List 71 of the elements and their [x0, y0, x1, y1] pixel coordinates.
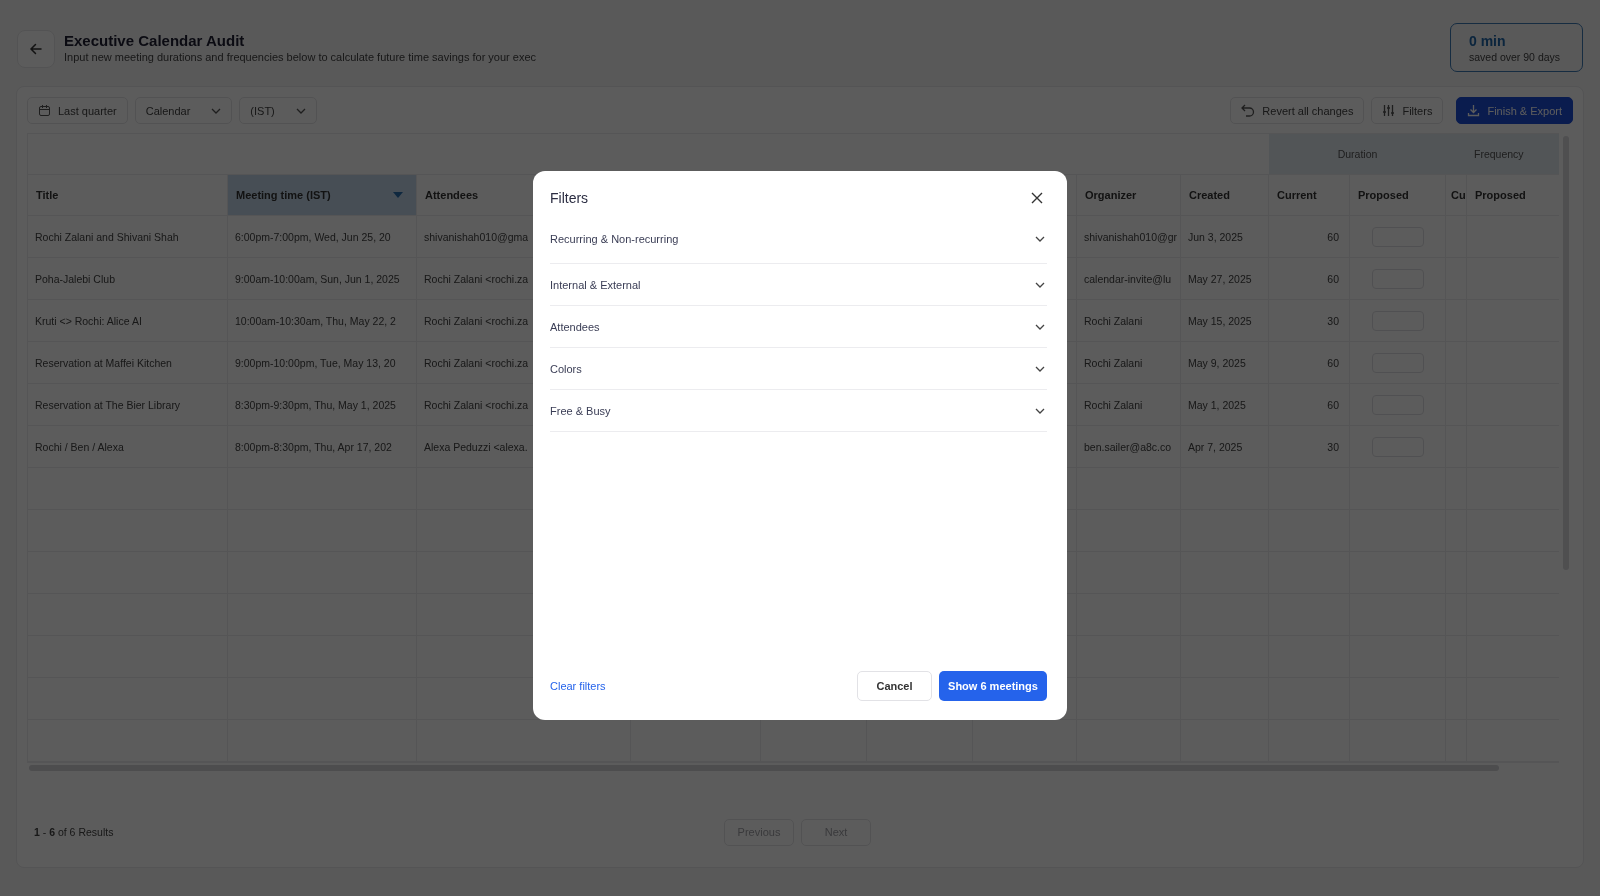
undo-icon — [1241, 104, 1256, 117]
close-icon — [1031, 192, 1043, 204]
results-summary: 1 - 6 of 6 Results — [34, 826, 114, 838]
filter-section[interactable]: Colors — [550, 348, 1047, 390]
sliders-icon — [1382, 104, 1396, 117]
table-cell: 60 — [1269, 216, 1350, 258]
column-header[interactable]: Cu — [1446, 175, 1467, 216]
revert-button[interactable]: Revert all changes — [1230, 97, 1365, 124]
filter-section[interactable]: Recurring & Non-recurring — [550, 223, 1047, 264]
filter-section[interactable]: Attendees — [550, 306, 1047, 348]
table-cell: Poha-Jalebi Club — [28, 258, 228, 300]
savings-caption: saved over 90 days — [1469, 51, 1562, 63]
filter-section[interactable]: Free & Busy — [550, 390, 1047, 432]
calendar-icon — [38, 104, 51, 117]
cancel-button[interactable]: Cancel — [857, 671, 932, 701]
table-cell: Apr 7, 2025 — [1181, 426, 1269, 468]
table-cell: 10:00am-10:30am, Thu, May 22, 2 — [228, 300, 417, 342]
table-cell: Kruti <> Rochi: Alice AI — [28, 300, 228, 342]
download-icon — [1467, 104, 1481, 117]
back-button[interactable] — [17, 30, 55, 68]
table-cell: Rochi Zalani and Shivani Shah — [28, 216, 228, 258]
export-button[interactable]: Finish & Export — [1456, 97, 1573, 124]
dropdown-button[interactable]: (IST) — [239, 97, 317, 124]
clear-filters-link[interactable]: Clear filters — [550, 680, 606, 692]
table-cell: Rochi Zalani — [1077, 384, 1181, 426]
page-title: Executive Calendar Audit — [64, 32, 246, 49]
table-cell: 60 — [1269, 258, 1350, 300]
column-header[interactable]: Current — [1269, 175, 1350, 216]
table-cell: May 9, 2025 — [1181, 342, 1269, 384]
filter-section[interactable]: Internal & External — [550, 264, 1047, 306]
dialog-title: Filters — [550, 190, 589, 206]
column-header[interactable]: Meeting time (IST) — [228, 175, 417, 216]
filter-section-label: Colors — [550, 362, 582, 375]
table-cell: May 1, 2025 — [1181, 384, 1269, 426]
table-cell: 8:00pm-8:30pm, Thu, Apr 17, 202 — [228, 426, 417, 468]
filter-section-label: Attendees — [550, 320, 600, 333]
table-cell: calendar-invite@lu — [1077, 258, 1181, 300]
table-cell: May 15, 2025 — [1181, 300, 1269, 342]
table-cell: shivanishah010@gr — [1077, 216, 1181, 258]
dropdown-button[interactable]: Calendar — [134, 97, 233, 124]
savings-value: 0 min — [1469, 33, 1507, 49]
table-cell: 9:00pm-10:00pm, Tue, May 13, 20 — [228, 342, 417, 384]
table-cell: 6:00pm-7:00pm, Wed, Jun 25, 20 — [228, 216, 417, 258]
column-header[interactable]: Proposed — [1350, 175, 1446, 216]
back-arrow-icon — [28, 41, 44, 57]
table-cell: 8:30pm-9:30pm, Thu, May 1, 2025 — [228, 384, 417, 426]
show-meetings-button[interactable]: Show 6 meetings — [939, 671, 1047, 701]
table-cell: Rochi Zalani — [1077, 300, 1181, 342]
table-cell: Reservation at Maffei Kitchen — [28, 342, 228, 384]
table-cell: 30 — [1269, 300, 1350, 342]
table-cell: 9:00am-10:00am, Sun, Jun 1, 2025 — [228, 258, 417, 300]
table-cell: May 27, 2025 — [1181, 258, 1269, 300]
column-header[interactable]: Created — [1181, 175, 1269, 216]
column-group-header: Frequency — [1446, 134, 1559, 175]
column-header[interactable]: Organizer — [1077, 175, 1181, 216]
table-cell: 60 — [1269, 384, 1350, 426]
page-subtitle: Input new meeting durations and frequencies below to calculate future time savings for your exec — [64, 51, 537, 63]
table-cell: Jun 3, 2025 — [1181, 216, 1269, 258]
chevron-down-icon — [295, 107, 306, 114]
column-header[interactable]: Proposed — [1467, 175, 1559, 216]
chevron-down-icon — [211, 107, 222, 114]
table-cell: ben.sailer@a8c.co — [1077, 426, 1181, 468]
table-cell: 30 — [1269, 426, 1350, 468]
date-range-button[interactable]: Last quarter — [27, 97, 128, 124]
table-cell: Reservation at The Bier Library — [28, 384, 228, 426]
filters-button[interactable]: Filters — [1371, 97, 1444, 124]
table-cell: 60 — [1269, 342, 1350, 384]
table-cell: Rochi / Ben / Alexa — [28, 426, 228, 468]
sort-caret-icon — [393, 192, 403, 198]
filter-section-label: Free & Busy — [550, 404, 611, 417]
table-cell: Rochi Zalani — [1077, 342, 1181, 384]
